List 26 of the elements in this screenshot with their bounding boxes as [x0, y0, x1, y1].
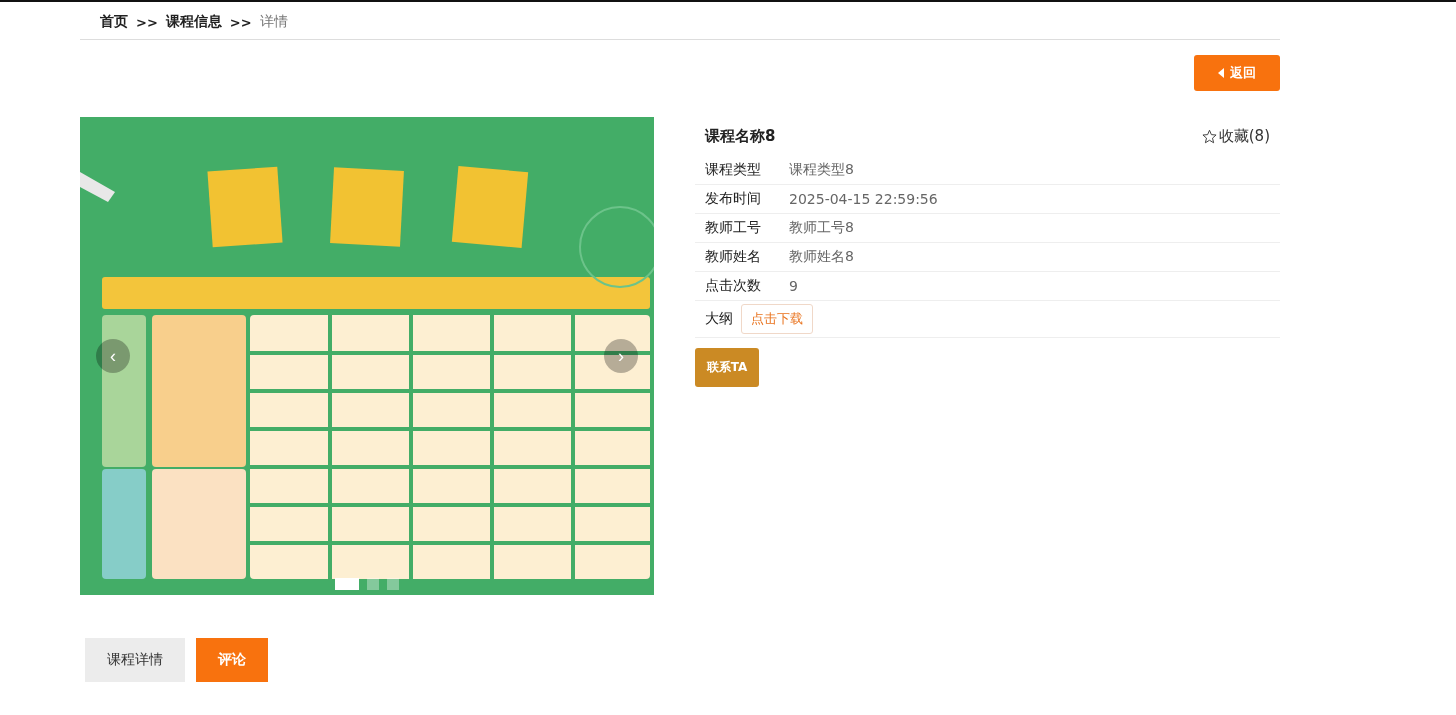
breadcrumb-link[interactable]: 首页 — [100, 13, 128, 31]
field-value: 课程类型8 — [789, 161, 854, 179]
download-button[interactable]: 点击下载 — [741, 304, 813, 334]
tab[interactable]: 课程详情 — [85, 638, 185, 682]
star-icon — [1201, 129, 1217, 144]
next-button[interactable]: › — [604, 339, 638, 373]
caret-left-icon — [1218, 68, 1224, 78]
tab[interactable]: 评论 — [196, 638, 268, 682]
field-label: 点击次数 — [705, 277, 762, 295]
field-value: 2025-04-15 22:59:56 — [789, 191, 938, 207]
course-title: 课程名称8 — [705, 127, 776, 146]
field-label: 发布时间 — [705, 190, 762, 208]
field-label: 教师工号 — [705, 219, 762, 237]
contact-button[interactable]: 联系TA — [695, 348, 759, 387]
field-value: 教师工号8 — [789, 219, 854, 237]
favorite-button[interactable]: 收藏(8) — [1201, 127, 1270, 146]
breadcrumb-separator: >> — [136, 14, 158, 30]
back-button[interactable]: 返回 — [1194, 55, 1280, 91]
field-value: 教师姓名8 — [789, 248, 854, 266]
breadcrumb-separator: >> — [229, 14, 252, 30]
breadcrumb-link[interactable]: 课程信息 — [165, 13, 222, 31]
previous-button[interactable]: ‹ — [96, 339, 130, 373]
field-value: 9 — [789, 278, 798, 294]
field-label: 教师姓名 — [705, 248, 762, 266]
field-label: 大纲 — [705, 310, 733, 328]
field-label: 课程类型 — [705, 161, 762, 179]
